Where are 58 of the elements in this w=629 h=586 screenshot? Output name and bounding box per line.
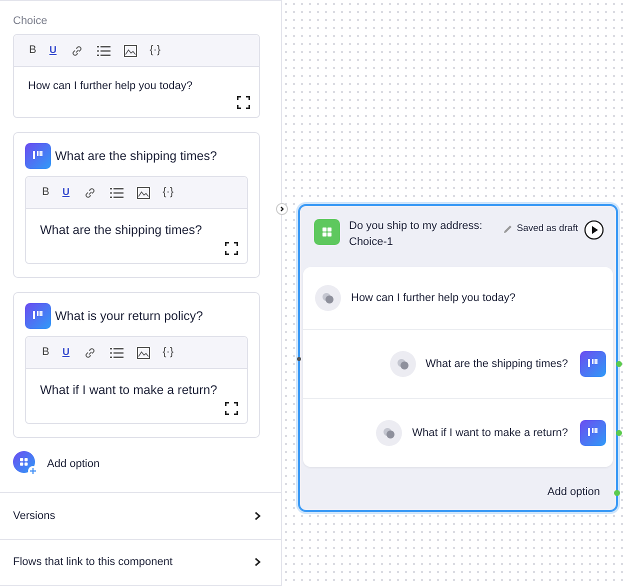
grid-icon <box>314 219 340 245</box>
option-text: What if I want to make a return? <box>412 427 568 439</box>
chevron-icon <box>254 510 261 521</box>
nav-label: Flows that link to this component <box>13 556 173 568</box>
add-option-icon[interactable] <box>13 451 39 477</box>
node-title: Do you ship to my address: Choice-1 <box>349 219 484 250</box>
draft-status: Saved as draft <box>516 223 578 234</box>
chevron-icon <box>254 557 261 568</box>
chat-icon <box>315 285 341 311</box>
underline-button[interactable]: U <box>62 188 70 198</box>
input-port[interactable] <box>297 357 301 361</box>
editor-text: What if I want to make a return? <box>40 383 218 397</box>
add-option-link[interactable]: Add option <box>47 458 100 470</box>
play-icon[interactable] <box>584 220 604 240</box>
bold-button[interactable]: B <box>29 45 36 56</box>
underline-button[interactable]: U <box>62 348 70 358</box>
option-text: What are the shipping times? <box>426 358 568 370</box>
text-editor[interactable]: B U {·} What if I want to make a return? <box>25 336 248 424</box>
link-icon[interactable] <box>82 346 97 360</box>
chat-icon <box>376 420 402 446</box>
text-editor[interactable]: B U {·} How can I further help you today? <box>13 34 260 118</box>
image-icon[interactable] <box>136 186 150 198</box>
expand-icon[interactable] <box>225 242 238 255</box>
chat-icon <box>390 351 416 377</box>
flag-icon <box>25 143 51 169</box>
list-icon[interactable] <box>96 44 111 56</box>
editor-text: What are the shipping times? <box>40 223 203 237</box>
expand-icon[interactable] <box>225 402 238 415</box>
option-title: What are the shipping times? <box>55 149 217 163</box>
pencil-icon <box>502 224 513 234</box>
link-icon[interactable] <box>82 186 97 200</box>
section-label: Choice <box>13 15 48 27</box>
add-option-link[interactable]: Add option <box>547 486 600 498</box>
image-icon[interactable] <box>136 346 150 358</box>
list-icon[interactable] <box>110 186 124 198</box>
variable-button[interactable]: {·} <box>162 347 174 358</box>
connection-port[interactable] <box>616 430 622 436</box>
bold-button[interactable]: B <box>42 347 50 358</box>
variable-button[interactable]: {·} <box>150 45 161 56</box>
collapse-icon[interactable] <box>276 203 288 215</box>
expand-icon[interactable] <box>237 96 250 109</box>
nav-label: Versions <box>13 510 56 522</box>
flag-icon <box>580 351 606 377</box>
link-icon[interactable] <box>70 44 84 58</box>
nav-row[interactable]: Flows that link to this component <box>0 538 281 586</box>
message-text: How can I further help you today? <box>351 292 516 304</box>
flag-icon <box>25 303 51 329</box>
connection-port[interactable] <box>616 361 622 367</box>
image-icon[interactable] <box>124 44 137 56</box>
editor-text: How can I further help you today? <box>28 80 194 92</box>
list-icon[interactable] <box>110 346 124 358</box>
underline-button[interactable]: U <box>49 46 57 56</box>
text-editor[interactable]: B U {·} What are the shipping times? <box>25 176 248 264</box>
flag-icon <box>580 420 606 446</box>
nav-row[interactable]: Versions <box>0 492 281 538</box>
option-title: What is your return policy? <box>55 309 203 323</box>
variable-button[interactable]: {·} <box>162 187 174 198</box>
bold-button[interactable]: B <box>42 187 50 198</box>
